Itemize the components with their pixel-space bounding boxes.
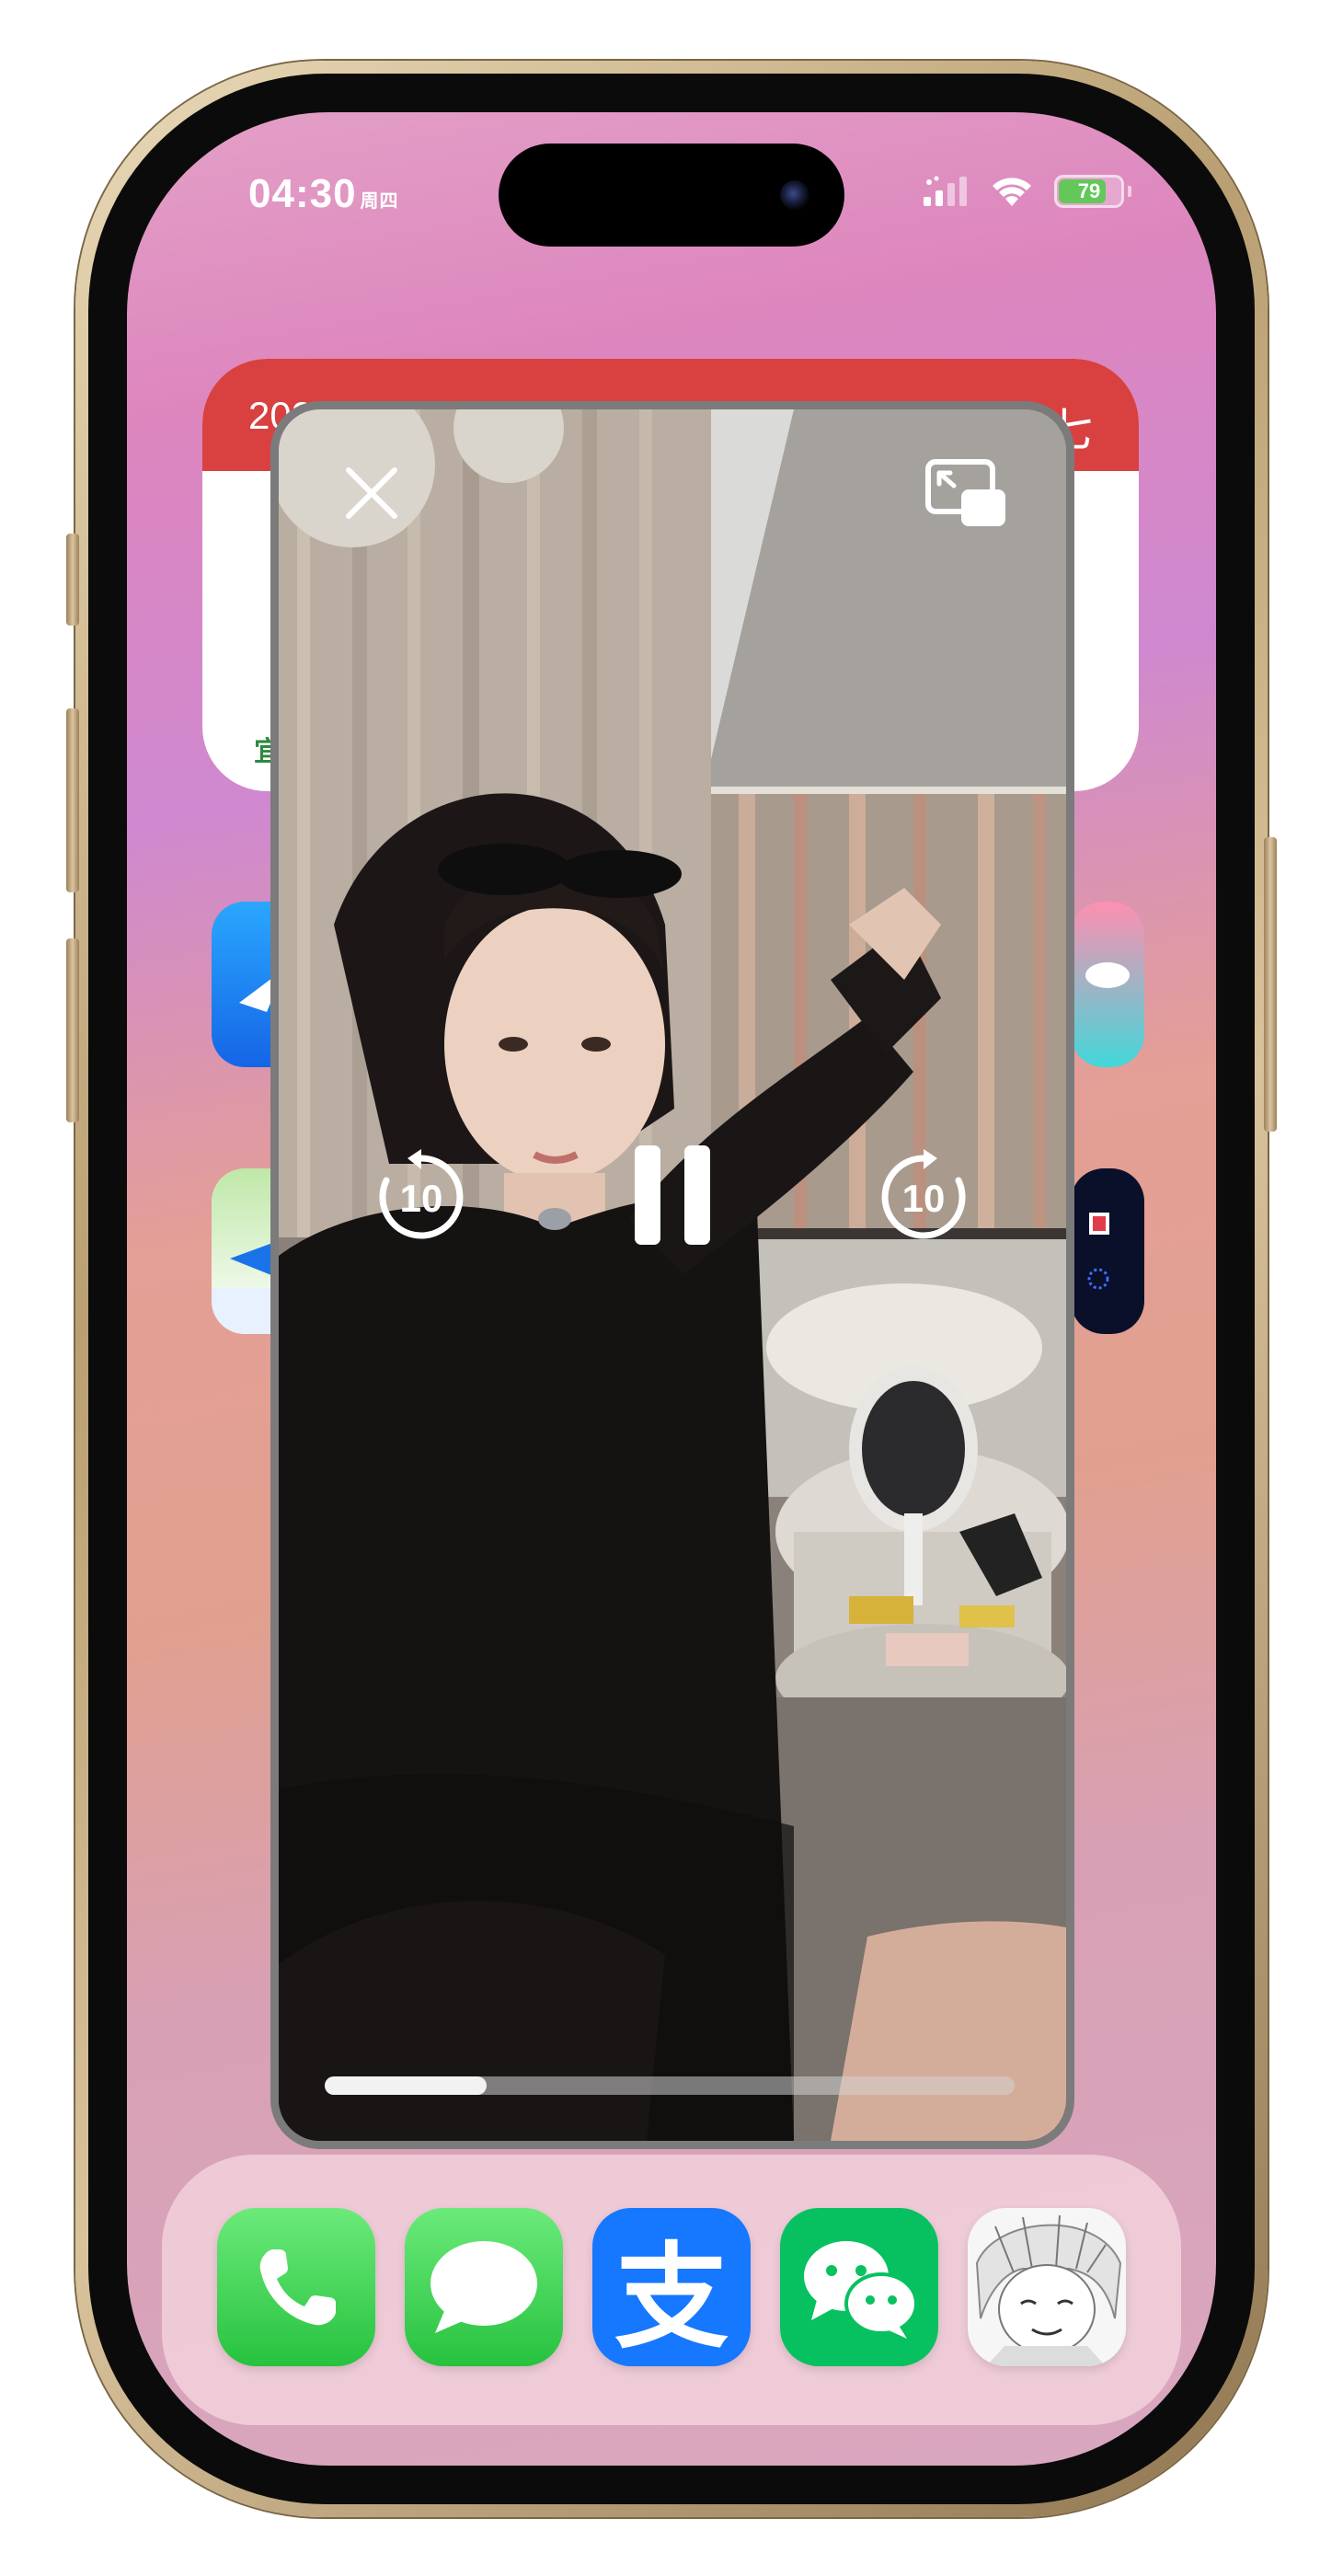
close-icon xyxy=(346,467,397,519)
home-screen: 04:30周四 79 202 腊月十七 宜 xyxy=(127,112,1216,2466)
alipay-icon: 支 xyxy=(614,2232,729,2364)
dock-messages-app[interactable] xyxy=(405,2208,563,2366)
video-frame xyxy=(279,409,1066,2141)
progress-bar[interactable] xyxy=(325,2076,1015,2095)
dynamic-island xyxy=(499,144,844,247)
cloud-icon xyxy=(1085,962,1130,988)
pip-video-window[interactable]: 10 10 xyxy=(270,401,1074,2149)
wifi-icon xyxy=(993,178,1031,206)
battery-tip xyxy=(1128,186,1131,197)
dock-wechat-app[interactable] xyxy=(780,2208,938,2366)
action-button xyxy=(66,534,79,626)
time-text: 04:30 xyxy=(248,171,357,216)
volume-up-button xyxy=(66,708,79,892)
dock-phone-app[interactable] xyxy=(217,2208,375,2366)
app-icon-right-row1[interactable] xyxy=(1071,902,1144,1067)
skip-back-10-button[interactable]: 10 xyxy=(371,1145,472,1247)
skip-back-label: 10 xyxy=(399,1177,443,1220)
pause-button[interactable] xyxy=(623,1134,722,1256)
pause-icon xyxy=(635,1145,710,1245)
dock-manga-app[interactable] xyxy=(968,2208,1126,2366)
pip-restore-icon xyxy=(925,459,1005,526)
pip-restore-button[interactable] xyxy=(923,455,1011,535)
cellular-signal-icon xyxy=(924,176,967,206)
app-icon-right-row2[interactable] xyxy=(1071,1168,1144,1334)
progress-fill xyxy=(325,2076,488,2095)
weekday-text: 周四 xyxy=(360,191,399,212)
status-icons: 79 xyxy=(922,175,1131,208)
fireworks-icon xyxy=(1087,1213,1109,1290)
battery-level-text: 79 xyxy=(1077,179,1101,202)
skip-forward-label: 10 xyxy=(901,1177,946,1220)
skip-forward-10-button[interactable]: 10 xyxy=(873,1145,974,1247)
volume-down-button xyxy=(66,938,79,1122)
dock-alipay-app[interactable]: 支 xyxy=(592,2208,751,2366)
power-button xyxy=(1264,837,1277,1132)
status-time: 04:30 周四 xyxy=(248,171,399,217)
message-bubble-icon xyxy=(430,2241,537,2333)
camera-icon xyxy=(780,180,809,210)
dock: 支 xyxy=(162,2155,1181,2425)
pip-close-button[interactable] xyxy=(336,457,407,529)
battery-icon: 79 xyxy=(1054,175,1124,208)
phone-icon xyxy=(259,2249,336,2326)
anime-avatar-icon xyxy=(968,2208,1126,2366)
wechat-icon xyxy=(804,2241,918,2339)
